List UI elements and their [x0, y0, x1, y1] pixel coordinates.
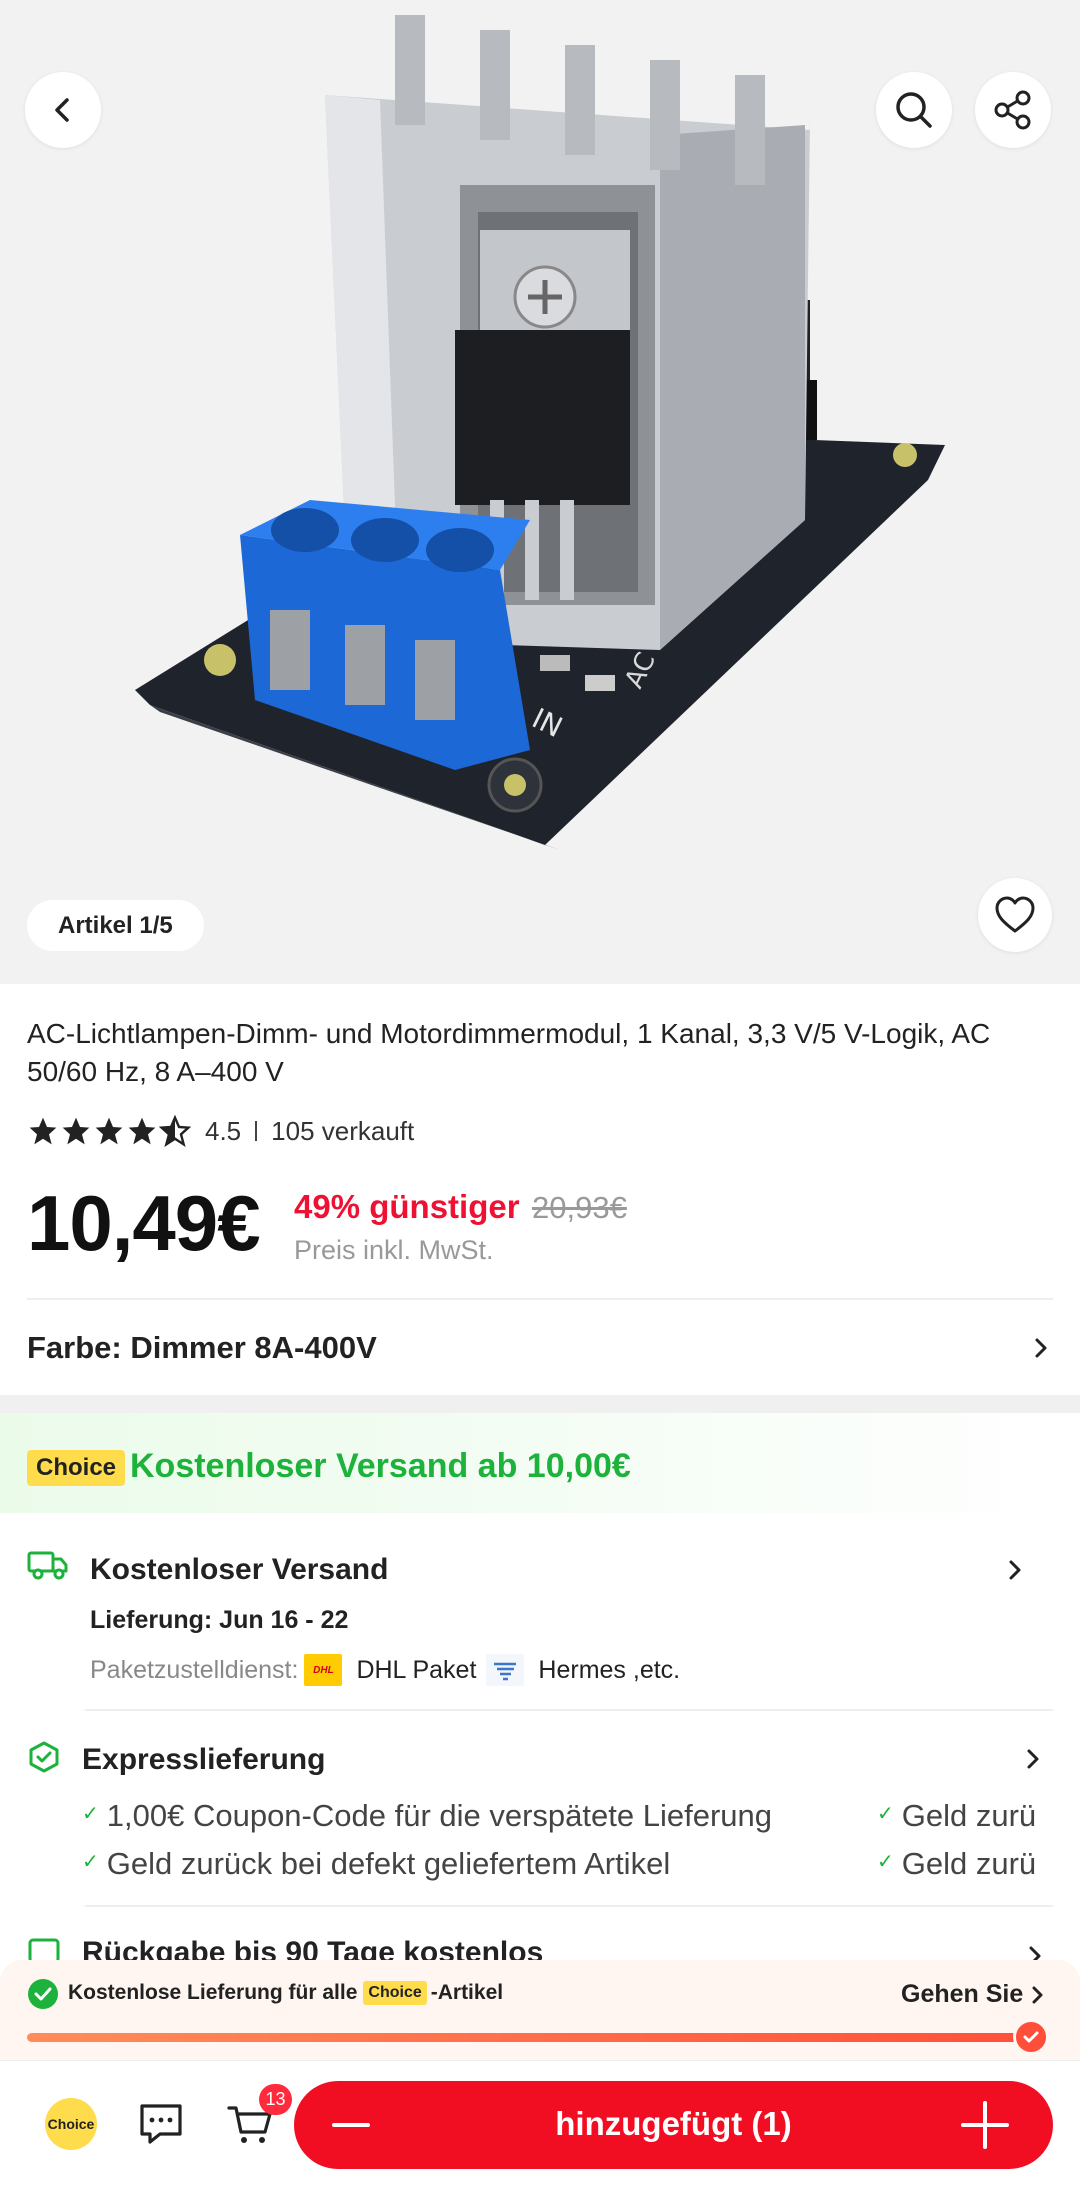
return-icon: [28, 1938, 60, 1962]
rating-divider: [255, 1121, 258, 1141]
carrier-dhl: DHL Paket: [356, 1655, 477, 1684]
free-delivery-bar: [0, 1960, 1080, 2060]
star-icon: [62, 1117, 90, 1145]
chevron-right-icon: [1029, 1946, 1041, 1962]
plus-icon[interactable]: [959, 2099, 1011, 2151]
search-icon: [896, 92, 932, 128]
choice-badge-small: Choice: [363, 1981, 427, 2005]
chevron-right-icon[interactable]: [1003, 1556, 1027, 1584]
star-icon: [95, 1117, 123, 1145]
express-delivery-title[interactable]: Expresslieferung: [82, 1743, 325, 1777]
check-icon: ✓: [82, 1803, 99, 1825]
rating-value: 4.5: [205, 1115, 242, 1146]
carrier-label: Paketzustelldienst:: [90, 1655, 299, 1684]
discount-label: 49% günstiger: [294, 1188, 520, 1225]
rating-row[interactable]: 4.5 105 verkauft: [27, 1113, 414, 1149]
check-icon: ✓: [877, 1851, 894, 1873]
free-delivery-text-start: Kostenlose Lieferung für alle: [68, 1981, 358, 2004]
check-icon: ✓: [82, 1851, 99, 1873]
divider: [27, 1298, 1053, 1300]
choice-badge: Choice: [27, 1450, 126, 1486]
guarantee-item: ✓ Geld zurü: [877, 1798, 1037, 1833]
free-shipping-threshold: Kostenloser Versand ab 10,00€: [130, 1447, 631, 1485]
variant-label: Farbe: Dimmer 8A-400V: [27, 1330, 377, 1365]
free-shipping-title[interactable]: Kostenloser Versand: [90, 1553, 388, 1587]
star-icon: [29, 1117, 57, 1145]
tax-note: Preis inkl. MwSt.: [294, 1235, 494, 1265]
image-counter: Artikel 1/5: [27, 900, 204, 951]
free-delivery-text-end: -Artikel: [430, 1981, 504, 2004]
return-policy-title: Rückgabe bis 90 Tage kostenlos: [82, 1936, 544, 1962]
sold-count: 105 verkauft: [271, 1115, 415, 1146]
chevron-right-icon[interactable]: [1021, 1745, 1045, 1773]
share-button[interactable]: [975, 72, 1051, 148]
check-circle-icon: [28, 1979, 58, 2009]
half-star-icon: [159, 1115, 191, 1147]
chevron-right-icon: [1035, 1338, 1047, 1358]
progress-fill: [27, 2033, 1035, 2042]
rating-stars: [27, 1115, 191, 1147]
go-link[interactable]: Gehen Sie: [901, 1980, 1045, 2009]
dhl-logo: DHL: [304, 1654, 343, 1686]
free-delivery-progress: [27, 2033, 1035, 2042]
chevron-left-icon: [55, 98, 69, 122]
express-box-icon: [29, 1741, 59, 1773]
add-to-cart-button[interactable]: hinzugefügt (1): [294, 2081, 1053, 2169]
guarantee-item: ✓ Geld zurü: [877, 1846, 1037, 1881]
current-price: 10,49€: [27, 1179, 261, 1267]
progress-complete-icon: [1013, 2019, 1049, 2055]
heart-icon: [995, 896, 1035, 933]
free-delivery-text: Kostenlose Lieferung für alle Choice -Ar…: [68, 1981, 503, 2005]
product-title: AC-Lichtlampen-Dimm- und Motordimmermodu…: [27, 1018, 991, 1087]
product-image-gallery[interactable]: AC Dimmer Module IN: [0, 0, 1080, 984]
original-price: 20,93€: [532, 1190, 627, 1225]
divider: [85, 1905, 1053, 1907]
express-guarantees: ✓ 1,00€ Coupon-Code für die verspätete Li…: [82, 1798, 1053, 1890]
message-icon[interactable]: [136, 2100, 186, 2148]
check-icon: ✓: [877, 1803, 894, 1825]
guarantee-item: ✓ Geld zurück bei defekt geliefertem Arti…: [82, 1846, 671, 1881]
return-policy-row[interactable]: Rückgabe bis 90 Tage kostenlos: [27, 1932, 1053, 1962]
cart-count-badge: 13: [259, 2084, 292, 2115]
carrier-hermes: Hermes ,etc.: [538, 1655, 681, 1684]
guarantee-item: ✓ 1,00€ Coupon-Code für die verspätete Li…: [82, 1798, 772, 1833]
wishlist-button[interactable]: [978, 878, 1052, 952]
truck-icon: [27, 1551, 68, 1580]
hermes-logo: [486, 1654, 525, 1686]
section-separator: [0, 1395, 1080, 1413]
add-to-cart-label: hinzugefügt (1): [555, 2105, 792, 2142]
carrier-row: Paketzustelldienst: DHL DHL Paket Hermes…: [90, 1650, 680, 1690]
variant-selector[interactable]: Farbe: Dimmer 8A-400V: [27, 1326, 1053, 1370]
share-icon: [994, 90, 1031, 130]
delivery-date: Lieferung: Jun 16 - 22: [90, 1606, 349, 1634]
divider: [85, 1709, 1053, 1711]
chevron-right-icon: [1032, 1986, 1043, 2003]
go-link-label: Gehen Sie: [901, 1980, 1024, 2008]
star-icon: [128, 1117, 156, 1145]
choice-store-button[interactable]: Choice: [45, 2098, 97, 2150]
search-button[interactable]: [876, 72, 952, 148]
back-button[interactable]: [25, 72, 101, 148]
